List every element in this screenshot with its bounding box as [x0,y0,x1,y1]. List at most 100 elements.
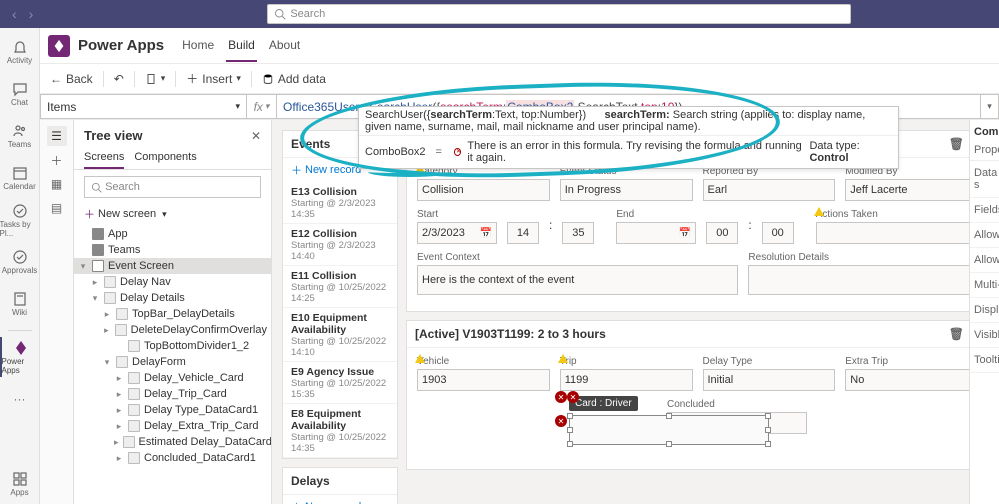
plus-icon: ＋ [186,70,198,87]
property-dropdown[interactable]: Items ▾ [40,94,246,119]
actions-input[interactable] [816,222,978,244]
tree-header: Tree view ✕ [74,120,271,147]
tree-node[interactable]: ▸DeleteDelayConfirmOverlay [74,322,271,338]
paste-button[interactable]: ▾ [141,71,170,87]
media-rail-icon[interactable]: ▤ [47,198,67,218]
end-min-input[interactable]: 00 [762,222,794,244]
nav-fwd-icon[interactable]: › [25,6,38,22]
property-row[interactable]: Fields [970,198,999,223]
powerapps-icon [13,340,29,356]
rail-activity[interactable]: Activity [0,32,40,72]
events-panel: Events ＋New record E13 CollisionStarting… [282,130,398,459]
modified-input[interactable]: Jeff Lacerte [845,179,978,201]
intellisense-popup: SearchUser({searchTerm:Text, top:Number}… [358,106,899,169]
event-item[interactable]: E9 Agency IssueStarting @ 10/25/2022 15:… [283,362,397,404]
property-row[interactable]: Data s [970,161,999,198]
insert-rail-icon[interactable]: ＋ [47,150,67,170]
add-data-button[interactable]: Add data [258,70,330,88]
tree-node[interactable]: App [74,226,271,242]
property-row[interactable]: Allow [970,223,999,248]
rail-powerapps[interactable]: Power Apps [0,337,40,377]
tree-node[interactable]: ▸Delay Type_DataCard1 [74,402,271,418]
trip-input[interactable]: 1199 [560,369,693,391]
start-min-input[interactable]: 35 [562,222,594,244]
data-rail-icon[interactable]: ▦ [47,174,67,194]
database-icon [262,73,274,85]
end-hour-input[interactable]: 00 [706,222,738,244]
teams-search-box[interactable]: Search [267,4,851,24]
delete-icon[interactable]: 🗑 [949,327,964,341]
start-date-input[interactable]: 2/3/2023 [417,222,497,244]
tree-node[interactable]: ▸Concluded_DataCard1 [74,450,271,466]
insert-button[interactable]: ＋Insert▾ [182,68,245,89]
intellisense-error-row: ComboBox2 = There is an error in this fo… [359,135,898,168]
property-row[interactable]: Multi- [970,273,999,298]
more-icon: ··· [14,392,26,406]
property-row[interactable]: Displa [970,298,999,323]
tree-view-icon[interactable]: ☰ [47,126,67,146]
tree-node[interactable]: Teams [74,242,271,258]
fx-label: fx▾ [246,94,276,119]
event-item[interactable]: E10 Equipment AvailabilityStarting @ 10/… [283,308,397,362]
tree-node[interactable]: ▸Delay Nav [74,274,271,290]
event-item[interactable]: E8 Equipment AvailabilityStarting @ 10/2… [283,404,397,458]
people-icon [12,123,28,139]
property-row[interactable]: Toolti [970,348,999,373]
rail-chat[interactable]: Chat [0,74,40,114]
selected-combobox[interactable] [569,415,769,445]
new-screen-button[interactable]: ＋New screen▾ [84,206,261,222]
property-row[interactable]: Visibl [970,323,999,348]
tree-node[interactable]: ▸TopBar_DelayDetails [74,306,271,322]
pa-tab-about[interactable]: About [267,30,302,62]
rail-calendar[interactable]: Calendar [0,158,40,198]
tree-node[interactable]: ▸Estimated Delay_DataCard1 [74,434,271,450]
status-input[interactable]: In Progress [560,179,693,201]
tree-tab-screens[interactable]: Screens [84,147,124,169]
close-icon[interactable]: ✕ [251,129,261,143]
delays-new-record[interactable]: ＋New record [283,495,397,504]
extratrip-input[interactable]: No [845,369,978,391]
tree-node[interactable]: TopBottomDivider1_2 [74,338,271,354]
event-item[interactable]: E11 CollisionStarting @ 10/25/2022 14:25 [283,266,397,308]
chevron-down-icon: ▾ [236,73,241,84]
undo-button[interactable]: ↶ [110,70,128,88]
start-hour-input[interactable]: 14 [507,222,539,244]
tree-node[interactable]: ▸Delay_Vehicle_Card [74,370,271,386]
chevron-down-icon: ▾ [987,101,992,112]
tree-node[interactable]: ▸Delay_Extra_Trip_Card [74,418,271,434]
rail-approvals[interactable]: Approvals [0,242,40,282]
delete-icon[interactable]: 🗑 [949,137,964,151]
rail-wiki[interactable]: Wiki [0,284,40,324]
pa-tab-build[interactable]: Build [226,30,257,62]
back-button[interactable]: ←Back [46,70,97,88]
event-item[interactable]: E12 CollisionStarting @ 2/3/2023 14:40 [283,224,397,266]
properties-tab[interactable]: Proper [970,140,999,161]
pa-tab-home[interactable]: Home [180,30,216,62]
rail-more[interactable]: ··· [0,379,40,419]
context-input[interactable]: Here is the context of the event [417,265,738,295]
tree-node[interactable]: ▾Delay Details [74,290,271,306]
rail-tasks[interactable]: Tasks by Pl... [0,200,40,240]
delaytype-input[interactable]: Initial [703,369,836,391]
driver-card-selection[interactable]: ✕ ✕ Card : Driver ✕ [569,395,769,445]
card-chip: Card : Driver [569,396,638,411]
nav-back-icon[interactable]: ‹ [8,6,21,22]
tree-search[interactable]: Search [84,176,261,198]
category-input[interactable]: Collision [417,179,550,201]
tree-node[interactable]: ▸Delay_Trip_Card [74,386,271,402]
rail-apps[interactable]: Apps [0,464,40,504]
tree-node[interactable]: ▾Event Screen [74,258,271,274]
canvas-area: Events ＋New record E13 CollisionStarting… [272,120,999,504]
tree-tab-components[interactable]: Components [134,147,196,169]
reported-input[interactable]: Earl [703,179,836,201]
tree-node[interactable]: ▾DelayForm [74,354,271,370]
vehicle-input[interactable]: 1903 [417,369,550,391]
teams-titlebar: ‹ › Search [0,0,999,28]
resolution-input[interactable] [748,265,978,295]
end-date-input[interactable] [616,222,696,244]
pa-app-title: Power Apps [78,37,164,54]
property-row[interactable]: Allow [970,248,999,273]
rail-teams[interactable]: Teams [0,116,40,156]
formula-expand[interactable]: ▾ [981,94,999,119]
event-item[interactable]: E13 CollisionStarting @ 2/3/2023 14:35 [283,182,397,224]
